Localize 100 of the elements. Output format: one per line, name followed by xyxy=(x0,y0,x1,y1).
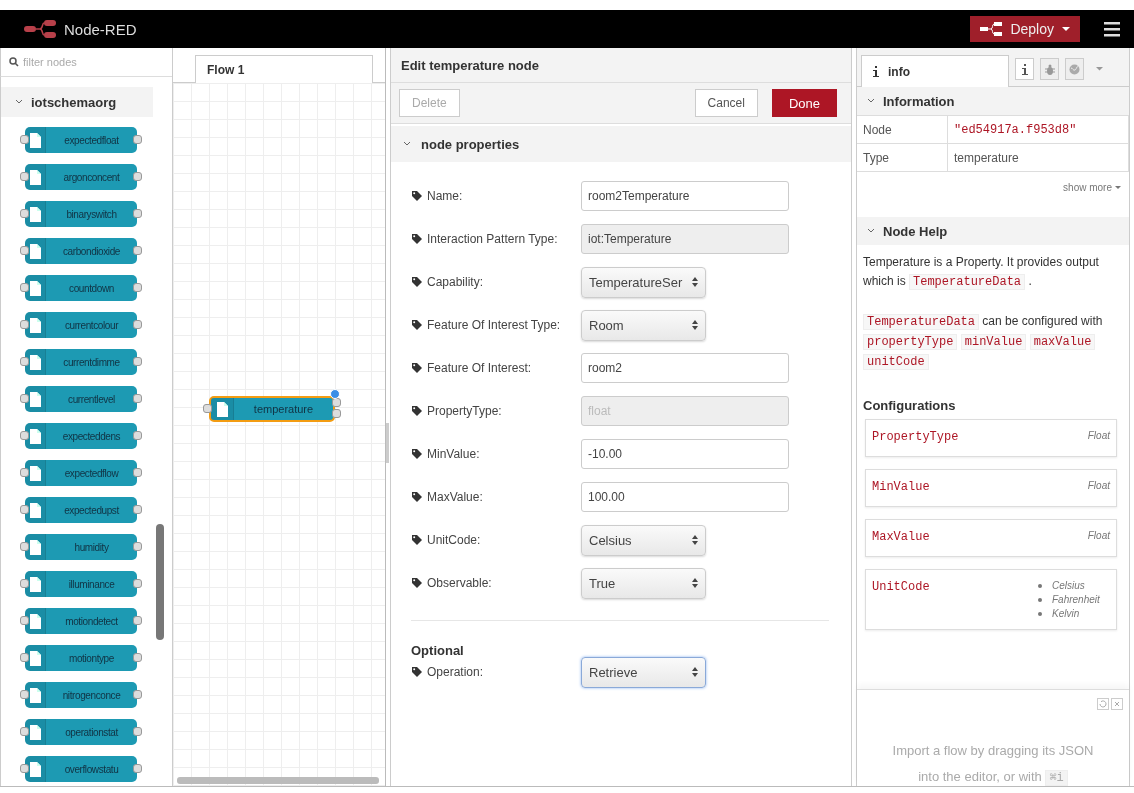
port-icon[interactable] xyxy=(133,357,142,366)
option-text: Celsius xyxy=(1052,580,1085,591)
sidebar-tab[interactable]: info xyxy=(861,55,1009,87)
cancel-button[interactable]: Cancel xyxy=(694,89,758,117)
import-hint: Import a flow by dragging its JSON into the editor, or with ⌘i xyxy=(891,742,1095,788)
port-icon[interactable] xyxy=(20,764,29,773)
palette-node[interactable]: humidity xyxy=(25,534,137,560)
config-type: Float xyxy=(1087,530,1110,543)
port-icon[interactable] xyxy=(20,579,29,588)
select-field[interactable]: Retrieve xyxy=(581,656,706,688)
scrollbar[interactable] xyxy=(156,524,164,640)
section-header[interactable]: Node Help xyxy=(857,217,1129,245)
port-icon[interactable] xyxy=(133,542,142,551)
port-icon[interactable] xyxy=(133,394,142,403)
port-icon[interactable] xyxy=(20,505,29,514)
file-icon xyxy=(28,427,42,445)
port-icon[interactable] xyxy=(20,357,29,366)
text-field[interactable]: -10.00 xyxy=(581,439,789,469)
port-icon[interactable] xyxy=(133,505,142,514)
show-more-link[interactable]: show more xyxy=(1063,182,1112,193)
palette-node[interactable]: carbondioxide xyxy=(25,238,137,264)
chevron-icon xyxy=(403,141,411,147)
port-icon[interactable] xyxy=(20,209,29,218)
palette-category[interactable]: iotschemaorg xyxy=(1,87,153,117)
section-header[interactable]: node properties xyxy=(391,126,851,162)
bullet-icon xyxy=(1038,597,1042,602)
port-icon[interactable] xyxy=(133,431,142,440)
file-icon xyxy=(28,612,42,630)
property-key: Type xyxy=(857,143,948,172)
port-icon[interactable] xyxy=(20,394,29,403)
palette-node[interactable]: currentlevel xyxy=(25,386,137,412)
select-field[interactable]: Room xyxy=(581,309,706,341)
port-icon[interactable] xyxy=(133,579,142,588)
palette-node[interactable]: countdown xyxy=(25,275,137,301)
select-field[interactable]: Celsius xyxy=(581,524,706,556)
palette-node[interactable]: motiontype xyxy=(25,645,137,671)
port-icon[interactable] xyxy=(133,209,142,218)
flow-tab[interactable]: Flow 1 xyxy=(195,55,373,83)
app-logo-icon xyxy=(24,19,56,39)
info-tab-button[interactable] xyxy=(1015,58,1034,80)
port-icon[interactable] xyxy=(20,727,29,736)
port-icon[interactable] xyxy=(20,431,29,440)
editor-title: Edit temperature node xyxy=(391,48,851,83)
debug-tab-button[interactable] xyxy=(1040,58,1059,80)
tag-icon xyxy=(411,448,423,460)
palette-node[interactable]: currentcolour xyxy=(25,312,137,338)
port-icon[interactable] xyxy=(20,283,29,292)
palette-node[interactable]: binaryswitch xyxy=(25,201,137,227)
text-field[interactable]: 100.00 xyxy=(581,482,789,512)
palette-node[interactable]: overflowstatu xyxy=(25,756,137,782)
palette-node[interactable]: illuminance xyxy=(25,571,137,597)
deploy-button[interactable]: Deploy xyxy=(970,16,1080,42)
bug-icon xyxy=(1044,63,1055,75)
port-icon[interactable] xyxy=(133,764,142,773)
palette-node[interactable]: expectedflow xyxy=(25,460,137,486)
file-icon xyxy=(28,760,42,778)
port-icon[interactable] xyxy=(20,246,29,255)
globe-tab-button[interactable] xyxy=(1065,58,1084,80)
port-icon[interactable] xyxy=(20,320,29,329)
palette-node[interactable]: operationstat xyxy=(25,719,137,745)
option-text: Fahrenheit xyxy=(1052,594,1100,605)
palette-node[interactable]: expecteddens xyxy=(25,423,137,449)
scrollbar[interactable] xyxy=(177,777,379,784)
port-icon[interactable] xyxy=(133,727,142,736)
palette-node[interactable]: nitrogenconce xyxy=(25,682,137,708)
port-icon[interactable] xyxy=(133,653,142,662)
done-button[interactable]: Done xyxy=(771,89,837,117)
select-field[interactable]: True xyxy=(581,567,706,599)
port-icon[interactable] xyxy=(20,135,29,144)
palette-node[interactable]: currentdimme xyxy=(25,349,137,375)
up-down-arrows-icon xyxy=(691,535,699,545)
palette-node[interactable]: argonconcent xyxy=(25,164,137,190)
port-icon[interactable] xyxy=(133,468,142,477)
text-field[interactable]: room2Temperature xyxy=(581,181,789,211)
select-field[interactable]: TemperatureSer xyxy=(581,266,706,298)
port-icon[interactable] xyxy=(133,246,142,255)
port-icon[interactable] xyxy=(20,542,29,551)
flow-node[interactable]: temperature xyxy=(209,396,335,422)
port-icon[interactable] xyxy=(133,135,142,144)
palette-node[interactable]: motiondetect xyxy=(25,608,137,634)
port-icon[interactable] xyxy=(133,616,142,625)
palette-node[interactable]: expectedupst xyxy=(25,497,137,523)
port-icon[interactable] xyxy=(20,468,29,477)
port-icon[interactable] xyxy=(20,616,29,625)
palette-node[interactable]: expectedfloat xyxy=(25,127,137,153)
section-header[interactable]: Information xyxy=(857,87,1129,115)
text-field[interactable]: room2 xyxy=(581,353,789,383)
field-label: PropertyType: xyxy=(427,404,502,418)
port-icon[interactable] xyxy=(20,172,29,181)
info-icon xyxy=(1020,63,1029,75)
config-name: PropertyType xyxy=(872,430,959,446)
file-icon xyxy=(28,723,42,741)
port-icon[interactable] xyxy=(133,320,142,329)
port-icon[interactable] xyxy=(20,653,29,662)
port-icon[interactable] xyxy=(133,172,142,181)
port-icon[interactable] xyxy=(203,404,212,413)
port-icon[interactable] xyxy=(133,690,142,699)
port-icon[interactable] xyxy=(133,283,142,292)
port-icon[interactable] xyxy=(20,690,29,699)
tag-icon xyxy=(411,362,423,374)
